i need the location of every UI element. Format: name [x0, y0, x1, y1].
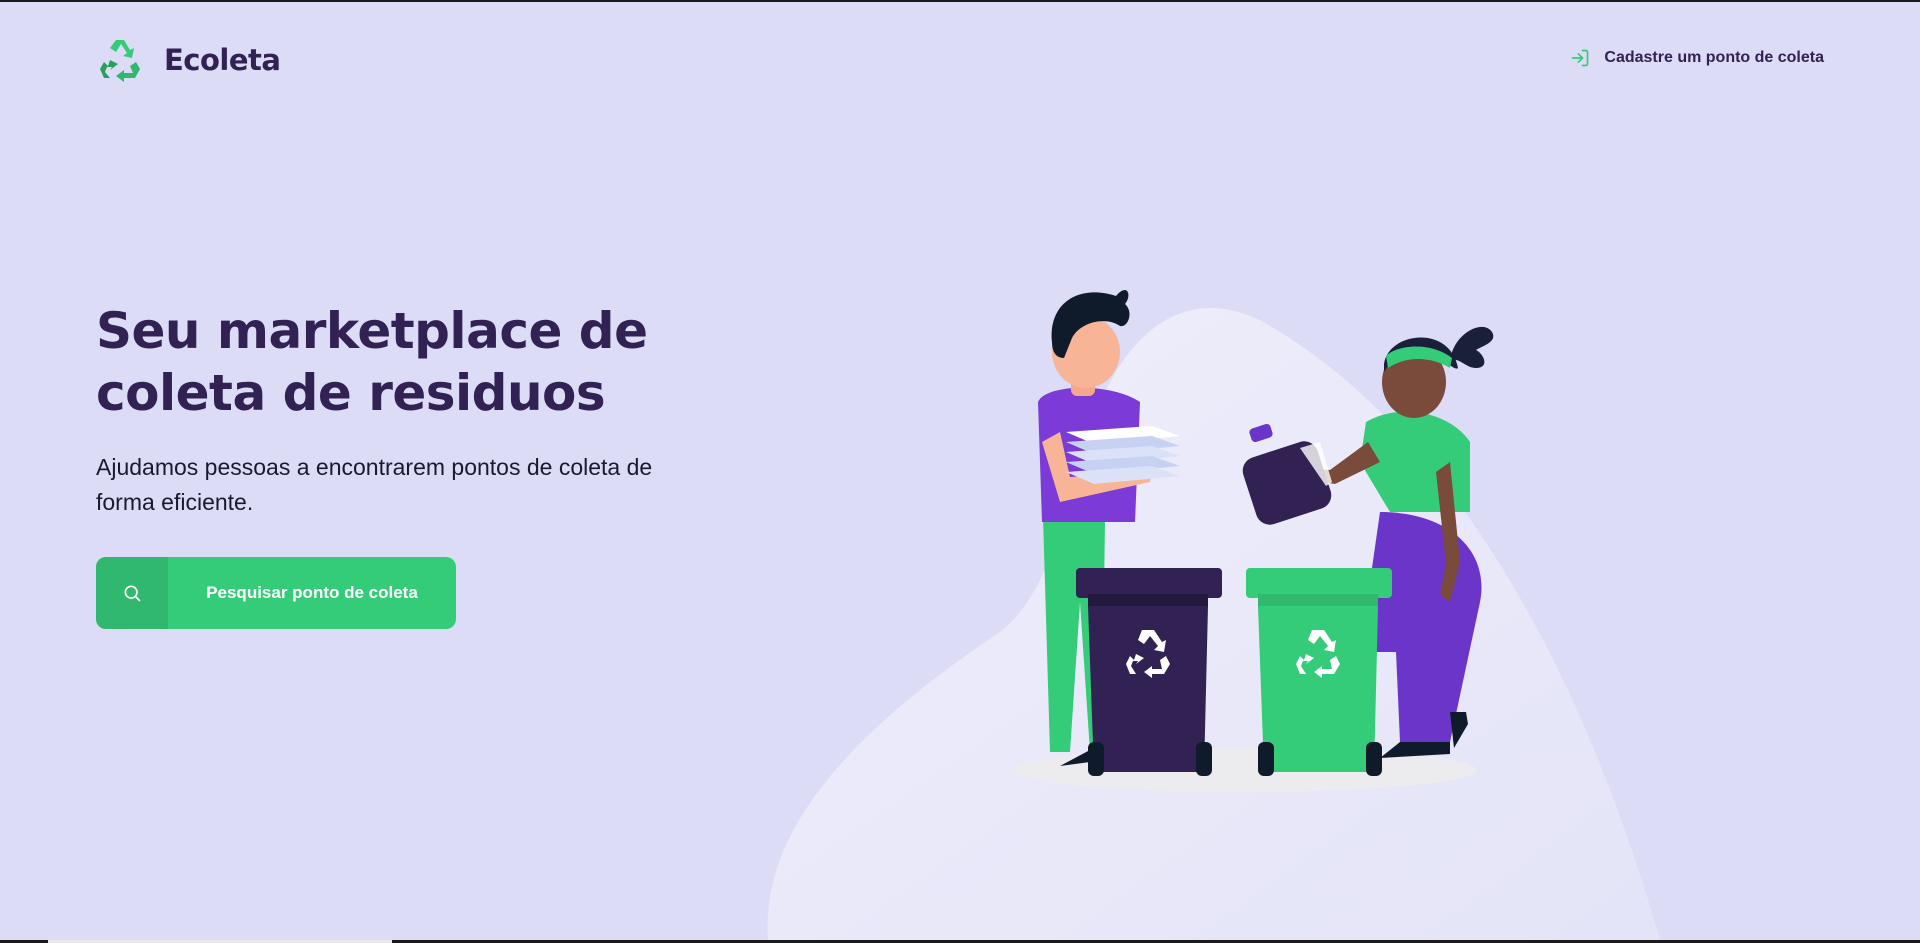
hero-subtitle: Ajudamos pessoas a encontrarem pontos de… — [96, 454, 653, 515]
hero-title: Seu marketplace de coleta de residuos — [96, 302, 648, 422]
search-button-label: Pesquisar ponto de coleta — [206, 583, 418, 602]
logo-text: Ecoleta — [164, 43, 281, 77]
register-collection-point-link[interactable]: Cadastre um ponto de coleta — [1570, 48, 1824, 68]
paper-stack — [1066, 426, 1180, 484]
landing-page: Ecoleta Cadastre um ponto de coleta Seu … — [0, 2, 1920, 940]
recycling-people-illustration — [767, 290, 1660, 940]
search-icon — [124, 585, 141, 602]
log-in-icon — [1572, 49, 1589, 67]
search-button-icon-box — [96, 557, 168, 629]
green-recycle-bin — [1246, 568, 1392, 776]
dark-recycle-bin — [1076, 568, 1222, 776]
recycle-icon — [100, 40, 140, 82]
register-link-label: Cadastre um ponto de coleta — [1604, 49, 1824, 66]
header-logo[interactable]: Ecoleta — [96, 36, 281, 84]
background-blob — [767, 308, 1660, 940]
search-collection-point-button[interactable]: Pesquisar ponto de coleta — [96, 557, 456, 629]
